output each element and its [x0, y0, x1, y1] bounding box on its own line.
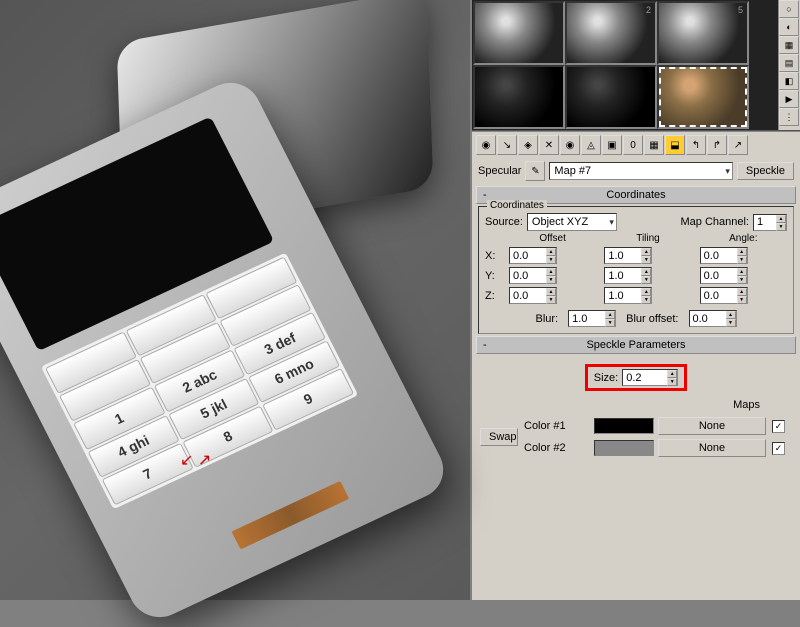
color2-enable-checkbox[interactable]: ✓ [772, 442, 785, 455]
go-parent-icon[interactable]: ↰ [686, 135, 706, 155]
color2-swatch[interactable] [594, 440, 654, 456]
coordinates-fieldset: Coordinates Source: Object XYZ Map Chann… [478, 206, 794, 334]
angle-header: Angle: [700, 233, 787, 244]
material-editor-panel: 2 5 ○ ◐ ▦ ▤ ◧ ▶ ⋮ ◉ ↘ ◈ ✕ ◉ ◬ ▣ 0 ▦ ⬓ ↰ … [470, 0, 800, 600]
maps-header: Maps [733, 399, 760, 411]
sample-type-icon[interactable]: ○ [779, 0, 799, 18]
annotation-arrow: ↙ ↗ [180, 450, 211, 470]
material-sample-slots: 2 5 [472, 0, 800, 130]
size-highlight: Size: 0.2▲▼ [585, 364, 687, 391]
color1-label: Color #1 [524, 420, 588, 432]
slot-number: 2 [646, 5, 651, 15]
map-slot-row: Specular ✎ Map #7 Speckle [472, 158, 800, 184]
spinner-down-icon[interactable]: ▼ [667, 378, 677, 386]
put-to-scene-icon[interactable]: ↘ [497, 135, 517, 155]
z-offset-spinner[interactable]: 0.0▲▼ [509, 287, 557, 304]
coordinate-grid: Offset Tiling Angle: X: 0.0▲▼ 1.0▲▼ 0.0▲… [485, 233, 787, 304]
channel-label: Specular [478, 165, 521, 177]
size-spinner[interactable]: 0.2▲▼ [622, 369, 678, 386]
show-end-icon[interactable]: ⬓ [665, 135, 685, 155]
swap-button[interactable]: Swap [480, 428, 518, 446]
blur-offset-label: Blur offset: [626, 313, 678, 325]
offset-header: Offset [509, 233, 596, 244]
color-maps-grid: Swap Color #1 None ✓ Color #2 None ✓ [472, 413, 800, 461]
assign-icon[interactable]: ◈ [518, 135, 538, 155]
y-axis-label: Y: [485, 270, 501, 282]
y-tiling-spinner[interactable]: 1.0▲▼ [604, 267, 652, 284]
background-icon[interactable]: ▦ [779, 36, 799, 54]
source-dropdown[interactable]: Object XYZ [527, 213, 617, 231]
z-angle-spinner[interactable]: 0.0▲▼ [700, 287, 748, 304]
slot-number: 5 [738, 5, 743, 15]
video-color-icon[interactable]: ◧ [779, 72, 799, 90]
material-slot[interactable] [473, 65, 565, 129]
show-map-icon[interactable]: ▦ [644, 135, 664, 155]
size-label: Size: [594, 372, 618, 384]
z-axis-label: Z: [485, 290, 501, 302]
source-label: Source: [485, 216, 523, 228]
make-preview-icon[interactable]: ▶ [779, 90, 799, 108]
blur-offset-spinner[interactable]: 0.0▲▼ [689, 310, 737, 327]
map-channel-spinner[interactable]: 1▲▼ [753, 214, 787, 231]
blur-spinner[interactable]: 1.0▲▼ [568, 310, 616, 327]
map-name-dropdown[interactable]: Map #7 [549, 162, 732, 180]
color1-map-button[interactable]: None [658, 417, 766, 435]
material-slot-selected[interactable] [657, 65, 749, 129]
color1-enable-checkbox[interactable]: ✓ [772, 420, 785, 433]
backlight-icon[interactable]: ◐ [779, 18, 799, 36]
material-slot[interactable]: 2 [565, 1, 657, 65]
rollout-speckle[interactable]: Speckle Parameters [476, 336, 796, 354]
make-copy-icon[interactable]: ◉ [560, 135, 580, 155]
x-tiling-spinner[interactable]: 1.0▲▼ [604, 247, 652, 264]
spinner-up-icon[interactable]: ▲ [776, 215, 786, 223]
x-axis-label: X: [485, 250, 501, 262]
sample-uv-icon[interactable]: ▤ [779, 54, 799, 72]
fieldset-label: Coordinates [487, 200, 547, 211]
delete-icon[interactable]: ✕ [539, 135, 559, 155]
put-library-icon[interactable]: ▣ [602, 135, 622, 155]
material-toolbar: ◉ ↘ ◈ ✕ ◉ ◬ ▣ 0 ▦ ⬓ ↰ ↱ ↗ [472, 132, 800, 158]
phone-connector [231, 481, 349, 550]
y-angle-spinner[interactable]: 0.0▲▼ [700, 267, 748, 284]
x-angle-spinner[interactable]: 0.0▲▼ [700, 247, 748, 264]
go-forward-icon[interactable]: ↱ [707, 135, 727, 155]
map-type-button[interactable]: Speckle [737, 162, 794, 180]
material-vertical-toolbar: ○ ◐ ▦ ▤ ◧ ▶ ⋮ [778, 0, 800, 130]
get-material-icon[interactable]: ◉ [476, 135, 496, 155]
pick-icon[interactable]: ↗ [728, 135, 748, 155]
rollout-scroll-area: Coordinates Coordinates Source: Object X… [472, 184, 800, 600]
color2-map-button[interactable]: None [658, 439, 766, 457]
y-offset-spinner[interactable]: 0.0▲▼ [509, 267, 557, 284]
color1-swatch[interactable] [594, 418, 654, 434]
color2-label: Color #2 [524, 442, 588, 454]
spinner-down-icon[interactable]: ▼ [776, 223, 786, 231]
material-id-icon[interactable]: 0 [623, 135, 643, 155]
material-slot[interactable]: 5 [657, 1, 749, 65]
viewport-3d[interactable]: 12 abc3 def4 ghi5 jkl6 mno789 ↙ ↗ [0, 0, 470, 600]
z-tiling-spinner[interactable]: 1.0▲▼ [604, 287, 652, 304]
make-unique-icon[interactable]: ◬ [581, 135, 601, 155]
options-icon[interactable]: ⋮ [779, 108, 799, 126]
material-slot[interactable] [473, 1, 565, 65]
x-offset-spinner[interactable]: 0.0▲▼ [509, 247, 557, 264]
tiling-header: Tiling [604, 233, 691, 244]
spinner-up-icon[interactable]: ▲ [667, 370, 677, 378]
map-channel-label: Map Channel: [681, 216, 750, 228]
pick-map-icon[interactable]: ✎ [525, 161, 545, 181]
blur-label: Blur: [535, 313, 558, 325]
material-slot[interactable] [565, 65, 657, 129]
